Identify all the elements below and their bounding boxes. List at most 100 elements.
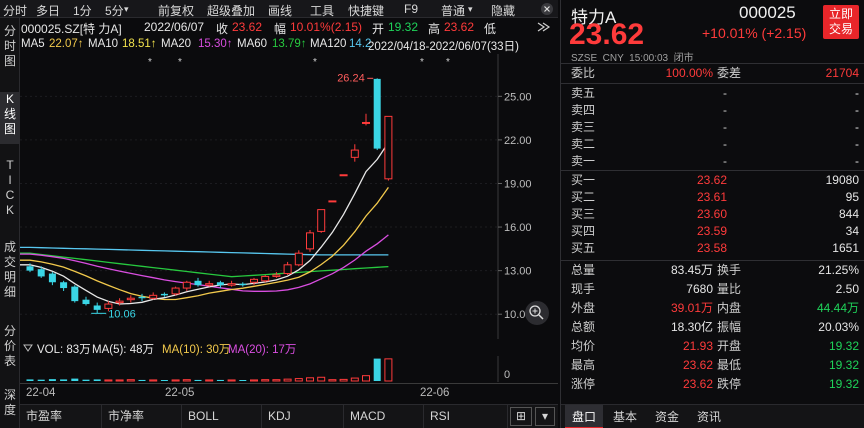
ma120-label: MA120 (310, 38, 347, 50)
toolbar-adjust[interactable]: 前复权 (158, 2, 194, 19)
tab-funds[interactable]: 资金 (647, 405, 687, 428)
toolbar-hide[interactable]: 隐藏 (491, 2, 515, 19)
market-meta: SZSE CNY 15:00:03 闭市 (571, 53, 694, 64)
toolbar-tools[interactable]: 工具 (310, 2, 334, 19)
volume-bar (26, 379, 34, 381)
candlestick-chart[interactable]: 25.0022.0019.0016.0013.0010.00* * * * *26.24… (20, 54, 558, 339)
stat-label: 涨停 (571, 377, 596, 391)
volume-bar (104, 379, 113, 382)
ask-row: 卖一 - - (561, 152, 864, 171)
toolbar-draw[interactable]: 画线 (268, 2, 292, 19)
volume-zero-label: 0 (504, 369, 510, 381)
open-label: 开 (372, 22, 385, 36)
volume-ma20: MA(20): 17万 (228, 344, 297, 356)
tab-macd[interactable]: MACD (344, 405, 424, 428)
toolbar-overlay[interactable]: 超级叠加 (207, 2, 255, 19)
volume-bar (194, 379, 202, 381)
toolbar-mode[interactable]: 普通 (441, 2, 465, 19)
ask-levels: 卖五 - - 卖四 - - 卖三 - - 卖二 - - 卖一 - - (561, 84, 864, 169)
high-value: 23.62 (444, 20, 475, 34)
stats-row: 外盘 39.01万 内盘 44.44万 (561, 299, 864, 318)
nav-depth[interactable]: 深 度 (0, 388, 20, 424)
candle (71, 285, 79, 303)
toolbar-intraday[interactable]: 分时 (3, 2, 27, 19)
volume-bar (283, 378, 292, 382)
candle-body (261, 275, 270, 282)
tab-rsi[interactable]: RSI (424, 405, 508, 428)
stat-value: 19.32 (828, 377, 859, 391)
tab-boll[interactable]: BOLL (182, 405, 262, 428)
candle (373, 78, 381, 151)
toolbar-1min[interactable]: 1分 (73, 2, 92, 19)
event-marker: * (313, 57, 317, 68)
tab-basics[interactable]: 基本 (605, 405, 645, 428)
nav-kline-chart[interactable]: K 线 图 (0, 92, 20, 144)
toolbar-hotkeys[interactable]: 快捷键 (348, 2, 384, 19)
change-label: 幅 (274, 22, 287, 36)
candle-body (317, 209, 326, 232)
volume-bar (306, 377, 314, 382)
volume-bar (205, 379, 214, 382)
stat-value: 23.62 (682, 358, 713, 372)
volume-bar (171, 379, 180, 382)
close-icon[interactable] (540, 2, 554, 16)
stats-row: 涨停 23.62 跌停 19.32 (561, 375, 864, 394)
ma5-value: 22.07↑ (49, 38, 84, 50)
event-marker: * (178, 57, 182, 68)
volume-bar (239, 380, 247, 381)
volume-settings-icon[interactable] (23, 343, 33, 353)
nav-intraday-chart[interactable]: 分 时 图 (0, 24, 20, 74)
toolbar-f9[interactable]: F9 (404, 2, 418, 16)
collapse-arrow-icon[interactable] (534, 20, 552, 34)
tab-pe-ratio[interactable]: 市盈率 (20, 405, 102, 428)
zoom-circle (525, 301, 549, 325)
ma5-label: MA5 (21, 38, 45, 50)
stats-row: 总量 83.45万 换手 21.25% (561, 261, 864, 280)
stat-label: 换手 (717, 263, 742, 277)
zoom-in-icon[interactable] (525, 301, 549, 325)
ma10-label: MA10 (88, 38, 119, 50)
toolbar-mode-dropdown-icon[interactable]: ▾ (468, 4, 473, 15)
toolbar-period-dropdown-icon[interactable]: ▾ (124, 4, 129, 15)
order-diff-value: 21704 (825, 66, 859, 80)
candle-body (37, 269, 45, 277)
volume-bar (138, 379, 146, 381)
tab-order-book[interactable]: 盘口 (565, 405, 603, 428)
candle-body (160, 293, 168, 296)
stat-value: 2.50 (835, 282, 859, 296)
nav-price-table[interactable]: 分 价 表 (0, 324, 20, 374)
stat-value: 44.44万 (816, 301, 859, 315)
volume-bar (149, 379, 158, 382)
chart-date-range: 2022/04/18-2022/06/07(33日) (368, 41, 519, 53)
volume-bar (60, 379, 68, 381)
add-indicator-icon[interactable]: ⊞ (510, 407, 532, 426)
volume-bar (272, 379, 281, 382)
indicator-dropdown-icon[interactable]: ▾ (535, 407, 555, 426)
ma20-value: 15.30↑ (198, 38, 233, 50)
volume-bar (71, 378, 79, 381)
candle-body (373, 78, 381, 149)
stock-code-name: 000025.SZ[特 力A] (21, 22, 122, 36)
y-tick-label: 13.00 (504, 266, 532, 278)
tab-kdj[interactable]: KDJ (262, 405, 344, 428)
toolbar-5min[interactable]: 5分 (105, 2, 124, 19)
volume-bar (250, 379, 258, 382)
candle (261, 274, 270, 283)
toolbar-multiday[interactable]: 多日 (36, 2, 60, 19)
y-tick-label: 19.00 (504, 178, 532, 190)
last-price: 23.62 (569, 18, 645, 51)
tab-news[interactable]: 资讯 (689, 405, 729, 428)
candle (328, 200, 337, 203)
volume-bar (384, 358, 393, 382)
nav-trade-details[interactable]: 成 交 明 细 (0, 240, 20, 304)
nav-tick[interactable]: T I C K (0, 158, 20, 224)
candle-body (149, 294, 158, 299)
stats-row: 最高 23.62 最低 19.32 (561, 356, 864, 375)
tab-pb-ratio[interactable]: 市净率 (102, 405, 182, 428)
trade-now-button[interactable]: 立即 交易 (823, 5, 859, 39)
candle-body (194, 280, 202, 286)
panel-tabs: 盘口 基本 资金 资讯 (561, 404, 864, 428)
volume-ma10: MA(10): 30万 (162, 344, 231, 356)
stat-label: 最高 (571, 358, 596, 372)
candle-body (306, 232, 314, 250)
